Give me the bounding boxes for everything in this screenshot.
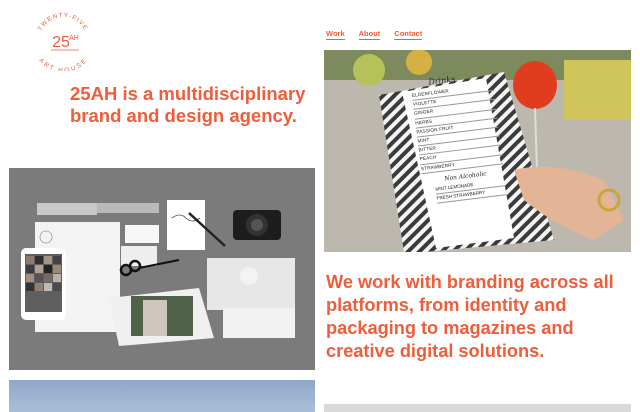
main-nav: Work About Contact bbox=[326, 29, 423, 40]
logo-mark: 25 bbox=[52, 34, 70, 51]
tape-roll bbox=[37, 203, 97, 215]
svg-text:TWENTY-FIVE: TWENTY-FIVE bbox=[37, 12, 90, 32]
logo-top-text: TWENTY-FIVE bbox=[37, 12, 88, 32]
nav-contact-link[interactable]: Contact bbox=[394, 29, 423, 40]
notebook bbox=[167, 200, 205, 250]
project-tile-next[interactable] bbox=[324, 404, 631, 412]
stationery-image bbox=[9, 168, 315, 370]
svg-text:ART HOUSE: ART HOUSE bbox=[37, 57, 88, 71]
logo-bottom-text: ART HOUSE bbox=[37, 57, 87, 74]
project-tile-sky[interactable] bbox=[9, 380, 315, 412]
logo-badge: TWENTY-FIVE ART HOUSE 25 AH bbox=[37, 12, 90, 74]
nav-about-link[interactable]: About bbox=[358, 29, 381, 40]
logo-mark-sup: AH bbox=[69, 35, 79, 42]
chips-bag bbox=[564, 60, 631, 120]
menu-text: Drinks ELDERFLOWER VIOLETTE GINGER HERBS… bbox=[410, 70, 507, 205]
tagline: 25AH is a multidisciplinary brand and de… bbox=[70, 83, 306, 126]
project-tile-stationery[interactable] bbox=[9, 168, 315, 370]
cocktail-glass bbox=[513, 61, 557, 109]
agency-statement: We work with branding across all platfor… bbox=[326, 272, 614, 361]
nav-work-link[interactable]: Work bbox=[326, 29, 345, 40]
business-card bbox=[125, 225, 159, 243]
logo[interactable]: TWENTY-FIVE ART HOUSE 25 AH bbox=[31, 7, 95, 74]
project-tile-drinks[interactable]: Drinks ELDERFLOWER VIOLETTE GINGER HERBS… bbox=[324, 50, 631, 252]
